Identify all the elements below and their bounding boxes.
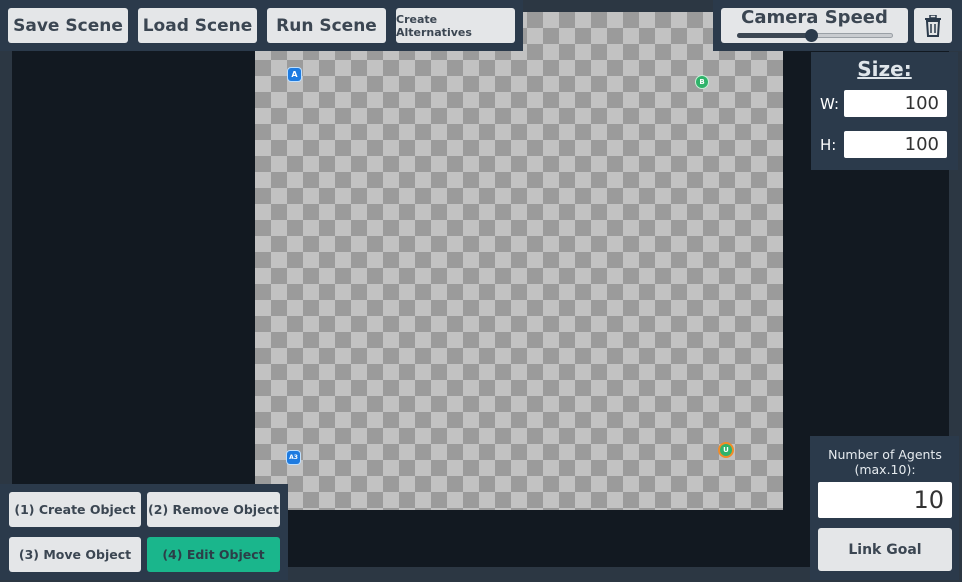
save-scene-button[interactable]: Save Scene — [8, 8, 128, 43]
height-input[interactable]: 100 — [844, 131, 947, 158]
agent-marker-top-left[interactable]: A — [288, 68, 301, 81]
height-label: H: — [820, 136, 837, 154]
agent-marker-bottom-left[interactable]: A3 — [287, 451, 300, 464]
edit-object-button[interactable]: (4) Edit Object — [147, 537, 280, 572]
trash-icon — [925, 14, 941, 37]
delete-button[interactable] — [914, 8, 952, 43]
remove-object-button[interactable]: (2) Remove Object — [147, 492, 280, 527]
goal-marker-top-right[interactable]: B — [696, 76, 708, 88]
agent-marker-label: A3 — [289, 454, 298, 461]
width-input[interactable]: 100 — [844, 90, 947, 117]
run-scene-button[interactable]: Run Scene — [267, 8, 386, 43]
number-of-agents-label: Number of Agents (max.10): — [828, 447, 942, 477]
goal-marker-label: B — [699, 78, 705, 86]
agent-marker-label: A — [291, 70, 298, 79]
goal-marker-bottom-right[interactable]: U — [720, 444, 732, 456]
camera-speed-title: Camera Speed — [741, 7, 888, 28]
link-goal-button[interactable]: Link Goal — [818, 528, 952, 571]
move-object-button[interactable]: (3) Move Object — [9, 537, 141, 572]
create-alternatives-button[interactable]: Create Alternatives — [396, 8, 515, 43]
size-title: Size: — [857, 57, 912, 81]
load-scene-button[interactable]: Load Scene — [138, 8, 257, 43]
scene-canvas[interactable]: A A3 B U — [255, 12, 783, 510]
goal-marker-label: U — [723, 446, 729, 454]
number-of-agents-input[interactable]: 10 — [818, 482, 952, 518]
create-object-button[interactable]: (1) Create Object — [9, 492, 141, 527]
width-label: W: — [820, 95, 840, 113]
camera-speed-slider-fill — [737, 33, 812, 38]
